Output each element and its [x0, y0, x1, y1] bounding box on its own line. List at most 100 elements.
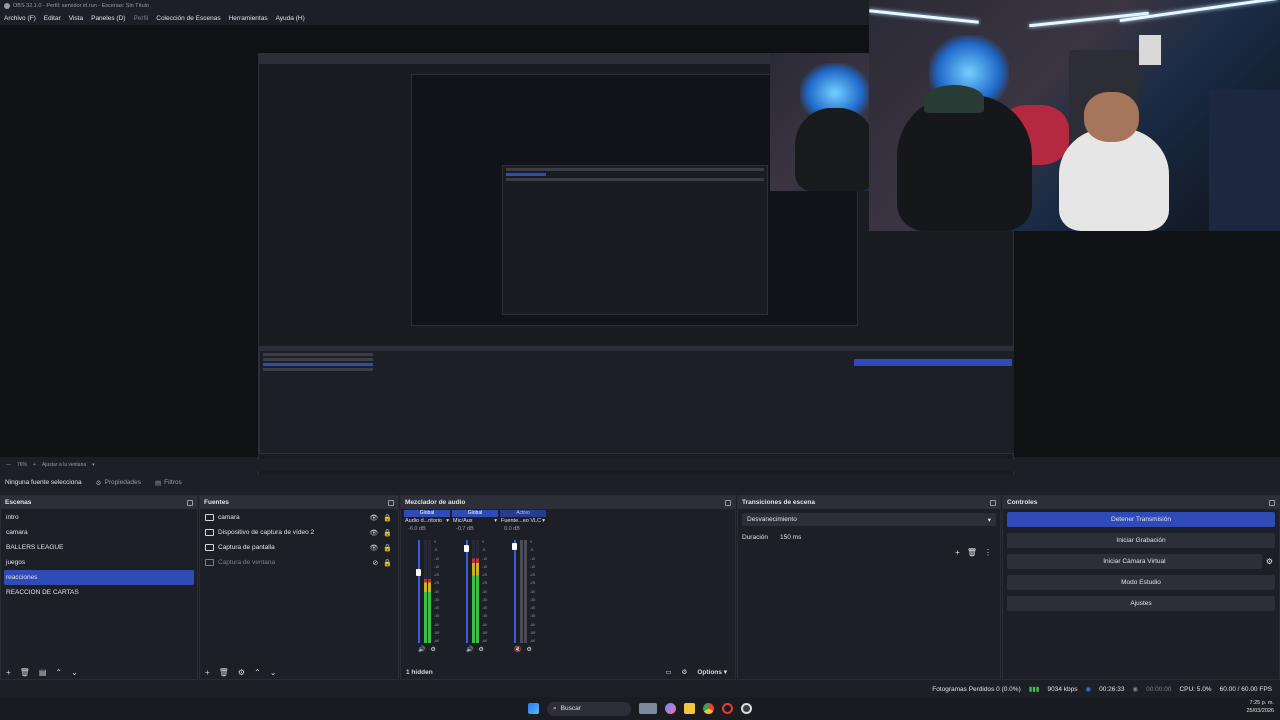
- eye-icon[interactable]: 👁: [369, 529, 378, 537]
- scene-item[interactable]: camara: [1, 525, 197, 540]
- speaker-icon[interactable]: 🔊: [418, 646, 425, 653]
- chevron-down-icon[interactable]: ▾: [92, 462, 95, 468]
- scene-item[interactable]: juegos: [1, 555, 197, 570]
- sources-title: Fuentes: [204, 499, 229, 506]
- widgets-icon[interactable]: [639, 703, 657, 714]
- scale-tick: -55: [434, 630, 440, 635]
- eye-icon[interactable]: 👁: [369, 544, 378, 552]
- undock-icon[interactable]: [187, 499, 193, 506]
- move-up-icon[interactable]: ⌃: [254, 668, 261, 677]
- scale-tick: -35: [434, 597, 440, 602]
- undock-icon[interactable]: [1269, 499, 1275, 506]
- fader-handle[interactable]: [512, 543, 517, 551]
- windows-start-icon[interactable]: [528, 703, 539, 714]
- hidden-count[interactable]: 1 hidden: [406, 669, 433, 676]
- muted-speaker-icon[interactable]: 🔇: [514, 646, 521, 653]
- menu-item-1[interactable]: Editar: [44, 15, 61, 22]
- taskbar-search[interactable]: ⌕ Buscar: [547, 701, 631, 716]
- scale-tick: -55: [530, 630, 536, 635]
- move-up-icon[interactable]: ⌃: [55, 668, 62, 677]
- scene-item[interactable]: reacciones: [4, 570, 194, 585]
- fader-handle[interactable]: [464, 545, 469, 553]
- menu-item-6[interactable]: Herramientas: [229, 15, 268, 22]
- volume-fader[interactable]: [514, 540, 516, 643]
- move-down-icon[interactable]: ⌄: [71, 668, 78, 677]
- taskbar-clock[interactable]: 7:25 p. m. 25/03/2026: [1246, 699, 1274, 715]
- zoom-in-icon[interactable]: +: [33, 462, 36, 468]
- channel-settings-icon[interactable]: ⚙: [478, 646, 483, 653]
- scene-item[interactable]: intro: [1, 510, 197, 525]
- channel-settings-icon[interactable]: ⚙: [430, 646, 435, 653]
- source-label: camara: [218, 514, 240, 521]
- remove-source-icon[interactable]: 🗑: [219, 668, 229, 677]
- source-item[interactable]: Captura de ventana ⊘ 🔒: [200, 555, 398, 570]
- source-item[interactable]: Captura de pantalla 👁 🔒: [200, 540, 398, 555]
- scene-item[interactable]: BALLERS LEAGUE: [1, 540, 197, 555]
- virtual-camera-settings-icon[interactable]: ⚙: [1266, 557, 1273, 566]
- control-button[interactable]: Detener Transmisión: [1007, 512, 1275, 527]
- fader-handle[interactable]: [416, 568, 421, 576]
- transition-select[interactable]: Desvanecimiento ▾: [742, 513, 996, 526]
- speaker-icon[interactable]: 🔊: [466, 646, 473, 653]
- undock-icon[interactable]: [388, 499, 394, 506]
- zoom-mode-select[interactable]: Ajustar a la ventana: [42, 462, 86, 468]
- opera-gx-icon[interactable]: [722, 703, 733, 714]
- menu-item-4[interactable]: Perfil: [133, 15, 148, 22]
- mixer-layout-icon[interactable]: ▭: [665, 668, 671, 676]
- channel-name-select[interactable]: Fuente...eo VLC ▾: [500, 517, 546, 525]
- zoom-out-icon[interactable]: —: [6, 462, 11, 468]
- source-item[interactable]: Dispositivo de captura de vídeo 2 👁 🔒: [200, 525, 398, 540]
- menu-item-7[interactable]: Ayuda (H): [276, 15, 305, 22]
- control-button[interactable]: Iniciar Grabación: [1007, 533, 1275, 548]
- options-button[interactable]: Options ▾: [697, 668, 727, 676]
- channel-header: Global: [404, 510, 450, 517]
- channel-name-select[interactable]: Audio d...ritorio ▾: [404, 517, 450, 525]
- filters-button[interactable]: ▤ Filtros: [155, 479, 182, 487]
- lock-icon[interactable]: 🔒: [383, 544, 392, 552]
- source-item[interactable]: camara 👁 🔒: [200, 510, 398, 525]
- volume-fader[interactable]: [418, 540, 420, 643]
- remove-transition-icon[interactable]: 🗑: [967, 548, 977, 557]
- lock-icon[interactable]: 🔒: [383, 529, 392, 537]
- duration-input[interactable]: 150 ms: [776, 531, 996, 543]
- volume-fader[interactable]: [466, 540, 468, 643]
- level-meter: [424, 540, 427, 643]
- menu-item-0[interactable]: Archivo (F): [4, 15, 36, 22]
- file-explorer-icon[interactable]: [684, 703, 695, 714]
- source-properties-icon[interactable]: ⚙: [238, 668, 245, 677]
- channel-settings-icon[interactable]: ⚙: [526, 646, 531, 653]
- obs-icon[interactable]: [741, 703, 752, 714]
- eye-icon[interactable]: 👁: [369, 514, 378, 522]
- chrome-icon[interactable]: [703, 703, 714, 714]
- scenes-dock: Escenas intro camara BALLERS LEAGUE juegos r…: [0, 495, 198, 680]
- more-options-icon[interactable]: ⋮: [984, 548, 992, 557]
- scale-tick: -20: [482, 573, 488, 577]
- properties-button[interactable]: ⚙ Propiedades: [96, 479, 141, 487]
- level-meter: [472, 540, 475, 643]
- channel-name-select[interactable]: Mic/Aux ▾: [452, 517, 498, 525]
- scene-filters-icon[interactable]: ▤: [39, 668, 47, 677]
- menu-item-2[interactable]: Vista: [69, 15, 83, 22]
- lock-icon[interactable]: 🔒: [383, 559, 392, 567]
- add-scene-icon[interactable]: +: [6, 668, 11, 677]
- preview-area[interactable]: [0, 0, 1280, 479]
- add-transition-icon[interactable]: +: [955, 548, 960, 557]
- lock-icon[interactable]: 🔒: [383, 514, 392, 522]
- record-icon: ◉: [1132, 686, 1139, 693]
- move-down-icon[interactable]: ⌄: [270, 668, 277, 677]
- mixer-settings-icon[interactable]: ⚙: [682, 668, 688, 676]
- control-button[interactable]: Ajustes: [1007, 596, 1275, 611]
- undock-icon[interactable]: [990, 499, 996, 506]
- control-button[interactable]: Modo Estudio: [1007, 575, 1275, 590]
- add-source-icon[interactable]: +: [205, 668, 210, 677]
- menu-item-3[interactable]: Paneles (D): [91, 15, 125, 22]
- obs-logo-icon: [4, 2, 10, 9]
- copilot-icon[interactable]: [665, 703, 676, 714]
- scale-tick: 0: [434, 540, 436, 544]
- control-button[interactable]: Iniciar Cámara Virtual: [1007, 554, 1262, 569]
- scale-tick: -20: [434, 573, 440, 577]
- remove-scene-icon[interactable]: 🗑: [20, 668, 30, 677]
- scene-item[interactable]: REACCION DE CARTAS: [1, 585, 197, 600]
- menu-item-5[interactable]: Colección de Escenas: [156, 15, 220, 22]
- eye-hidden-icon[interactable]: ⊘: [372, 559, 378, 567]
